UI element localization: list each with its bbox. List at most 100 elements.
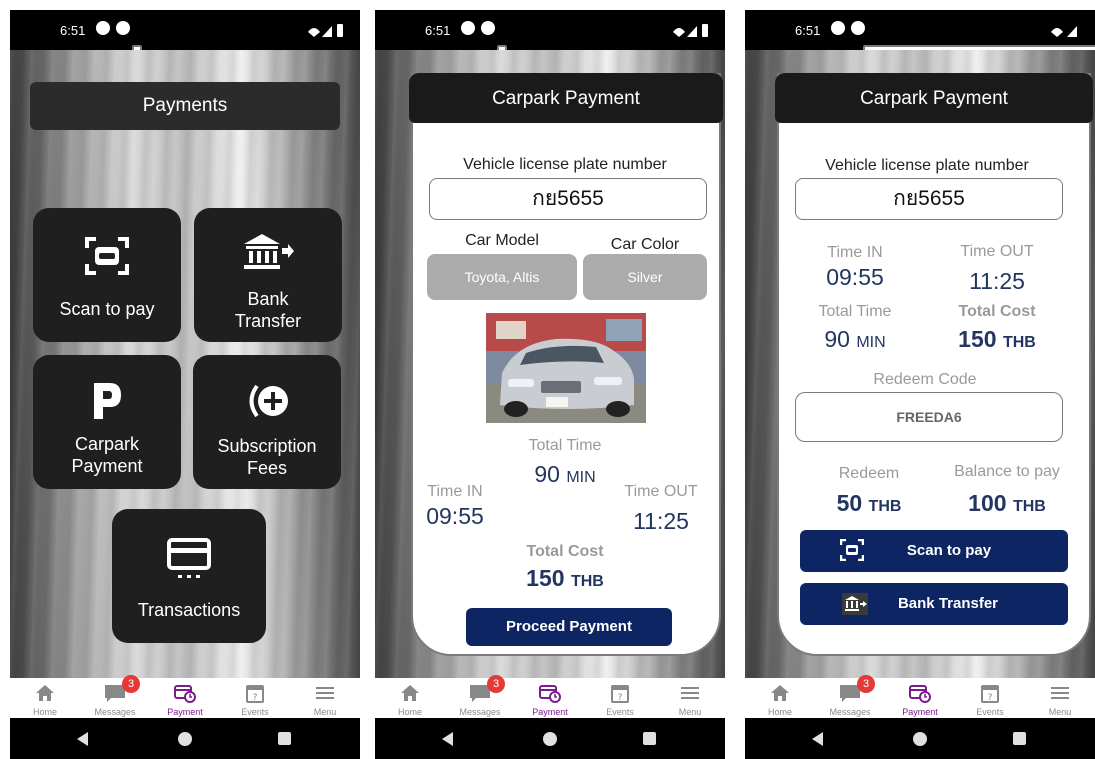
time-out-label: Time OUT <box>624 483 698 500</box>
home-icon <box>771 685 789 701</box>
notification-icon <box>461 21 475 35</box>
nav-events[interactable]: ? Events <box>220 678 290 718</box>
page-title: Carpark Payment <box>409 73 723 123</box>
nav-events[interactable]: ? Events <box>585 678 655 718</box>
total-time-value: 90 MIN <box>534 461 596 487</box>
car-model-value: Toyota, Altis <box>427 254 577 300</box>
home-button-icon[interactable] <box>178 732 192 746</box>
scan-to-pay-tile[interactable]: Scan to pay <box>33 208 181 342</box>
carpark-payment-tile[interactable]: Carpark Payment <box>33 355 181 489</box>
status-bar: 6:51 <box>745 10 1095 57</box>
time-out-value: 11:25 <box>633 508 689 534</box>
notification-icon <box>831 21 845 35</box>
carpark-redeem-content: Carpark Payment Vehicle license plate nu… <box>745 50 1095 678</box>
plate-field[interactable]: กย5655 <box>429 178 707 220</box>
back-icon[interactable] <box>812 732 823 746</box>
bank-transfer-button[interactable]: Bank Transfer <box>800 583 1068 625</box>
bank-transfer-tile[interactable]: Bank Transfer <box>194 208 342 342</box>
balance-label: Balance to pay <box>954 463 1060 480</box>
redeem-value: 50 THB <box>836 490 902 516</box>
time-in-value: 09:55 <box>426 503 484 529</box>
nav-messages[interactable]: 3 Messages <box>445 675 515 718</box>
menu-icon <box>1051 687 1069 699</box>
bottom-nav: Home 3 Messages Payment ? Events Menu <box>375 675 725 718</box>
scan-icon <box>840 539 864 561</box>
nav-messages[interactable]: 3 Messages <box>80 675 150 718</box>
home-button-icon[interactable] <box>913 732 927 746</box>
nav-menu[interactable]: Menu <box>290 678 360 718</box>
recents-icon[interactable] <box>278 732 291 745</box>
proceed-payment-button[interactable]: Proceed Payment <box>466 608 672 646</box>
recents-icon[interactable] <box>1013 732 1026 745</box>
time-out-label: Time OUT <box>960 243 1034 260</box>
total-cost-label: Total Cost <box>526 543 604 560</box>
nav-home[interactable]: Home <box>375 678 445 718</box>
time-in-value: 09:55 <box>826 264 884 290</box>
nav-payment[interactable]: Payment <box>515 678 585 718</box>
plate-label: Vehicle license plate number <box>825 157 1029 174</box>
app-notification-icon <box>851 21 865 35</box>
total-cost-label: Total Cost <box>958 303 1036 320</box>
carpark-content: Carpark Payment Vehicle license plate nu… <box>375 50 725 678</box>
home-icon <box>401 685 419 701</box>
bottom-nav: Home 3 Messages Payment ? Events Menu <box>10 675 360 718</box>
scan-to-pay-button[interactable]: Scan to pay <box>800 530 1068 572</box>
back-icon[interactable] <box>442 732 453 746</box>
home-button-icon[interactable] <box>543 732 557 746</box>
menu-icon <box>316 687 334 699</box>
status-time: 6:51 <box>795 23 821 38</box>
payment-icon <box>539 685 561 703</box>
page-title: Payments <box>30 82 340 130</box>
scan-icon <box>85 237 129 275</box>
back-icon[interactable] <box>77 732 88 746</box>
svg-text:?: ? <box>253 693 258 703</box>
unread-badge: 3 <box>857 675 875 693</box>
nav-menu[interactable]: Menu <box>1025 678 1095 718</box>
card-transactions-icon <box>167 538 211 578</box>
unread-badge: 3 <box>487 675 505 693</box>
bank-icon <box>842 593 868 615</box>
nav-payment[interactable]: Payment <box>150 678 220 718</box>
nav-home[interactable]: Home <box>10 678 80 718</box>
system-nav-bar <box>375 718 725 759</box>
phone-screen-carpark-payment: 6:51 Carpark Payment Vehicle license pla… <box>375 10 725 759</box>
notification-icon <box>96 21 110 35</box>
transactions-tile[interactable]: Transactions <box>112 509 266 643</box>
tile-label-line1: Bank <box>247 289 289 309</box>
plate-field[interactable]: กย5655 <box>795 178 1063 220</box>
calendar-icon: ? <box>246 685 264 703</box>
nav-messages[interactable]: 3 Messages <box>815 675 885 718</box>
subscription-fees-tile[interactable]: Subscription Fees <box>193 355 341 489</box>
nav-events[interactable]: ? Events <box>955 678 1025 718</box>
status-time: 6:51 <box>425 23 451 38</box>
status-bar: 6:51 <box>10 10 360 57</box>
redeem-code-field[interactable]: FREEDA6 <box>795 392 1063 442</box>
menu-icon <box>681 687 699 699</box>
tile-label: Scan to pay <box>59 299 155 319</box>
nav-home[interactable]: Home <box>745 678 815 718</box>
phone-screen-payments: 6:51 Payments Scan to pay Bank Transfer … <box>10 10 360 759</box>
home-icon <box>36 685 54 701</box>
car-color-value: Silver <box>583 254 707 300</box>
tile-label-line2: Fees <box>246 458 288 478</box>
phone-screen-carpark-redeem: 6:51 Carpark Payment Vehicle license pla… <box>745 10 1095 759</box>
svg-text:?: ? <box>618 693 623 703</box>
system-nav-bar <box>745 718 1095 759</box>
total-cost-value: 150 THB <box>526 565 604 591</box>
system-nav-bar <box>10 718 360 759</box>
vehicle-photo <box>486 313 646 423</box>
plate-label: Vehicle license plate number <box>463 156 667 173</box>
nav-payment[interactable]: Payment <box>885 678 955 718</box>
payments-content: Payments Scan to pay Bank Transfer Carpa… <box>10 50 360 678</box>
total-time-label: Total Time <box>818 303 892 320</box>
tile-label-line1: Carpark <box>74 434 140 454</box>
tile-label-line1: Subscription <box>217 436 317 456</box>
recents-icon[interactable] <box>643 732 656 745</box>
bank-icon <box>244 234 294 269</box>
signal-battery-icon <box>308 24 343 37</box>
page-title: Carpark Payment <box>775 73 1093 123</box>
nav-menu[interactable]: Menu <box>655 678 725 718</box>
balance-value: 100 THB <box>968 490 1046 516</box>
payment-icon <box>174 685 196 703</box>
redeem-code-label: Redeem Code <box>873 371 977 388</box>
